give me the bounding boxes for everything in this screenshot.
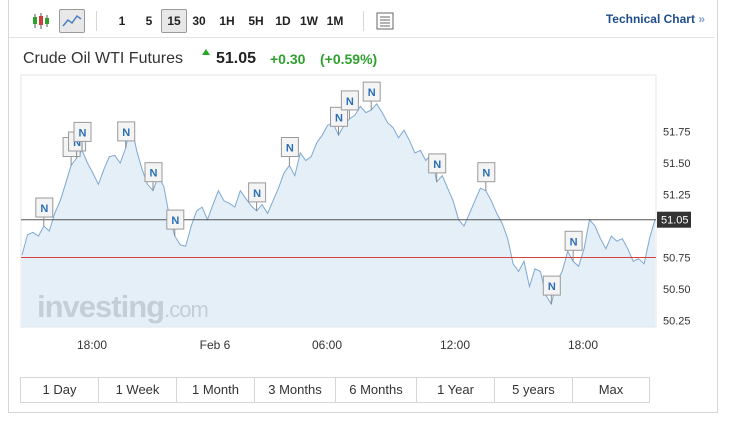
range-3-months-button[interactable]: 3 Months: [255, 378, 336, 402]
news-marker-label: N: [548, 281, 556, 293]
news-marker-label: N: [570, 236, 578, 248]
news-marker-label: N: [482, 168, 490, 180]
range-1-year-button[interactable]: 1 Year: [417, 378, 495, 402]
x-tick-label: 18:00: [568, 338, 598, 352]
y-tick-label: 51.75: [663, 127, 691, 139]
range-1-week-button[interactable]: 1 Week: [99, 378, 177, 402]
x-tick-label: 06:00: [312, 338, 342, 352]
price-chart[interactable]: investing.com51.7551.5051.2550.7550.5050…: [0, 0, 733, 423]
news-marker-label: N: [150, 168, 158, 180]
y-tick-label: 50.25: [663, 316, 691, 328]
range-5-years-button[interactable]: 5 years: [495, 378, 573, 402]
news-marker-label: N: [171, 215, 179, 227]
news-marker-label: N: [433, 159, 441, 171]
range-6-months-button[interactable]: 6 Months: [336, 378, 417, 402]
y-tick-label: 50.75: [663, 253, 691, 265]
range-1-month-button[interactable]: 1 Month: [177, 378, 255, 402]
news-marker-label: N: [253, 188, 261, 200]
range-1-day-button[interactable]: 1 Day: [21, 378, 99, 402]
news-marker-label: N: [368, 87, 376, 99]
range-max-button[interactable]: Max: [573, 378, 649, 402]
y-tick-label: 51.50: [663, 158, 691, 170]
news-marker-label: N: [122, 127, 130, 139]
news-marker-label: N: [335, 112, 343, 124]
current-price-label: 51.05: [661, 215, 689, 227]
x-tick-label: 18:00: [77, 338, 107, 352]
y-tick-label: 51.25: [663, 190, 691, 202]
news-marker-label: N: [346, 96, 354, 108]
x-tick-label: 12:00: [440, 338, 470, 352]
y-tick-label: 50.50: [663, 284, 691, 296]
news-marker-label: N: [286, 143, 294, 155]
news-marker-label: N: [79, 127, 87, 139]
news-marker-label: N: [40, 203, 48, 215]
range-selector: 1 Day 1 Week 1 Month 3 Months 6 Months 1 Year…: [20, 377, 650, 403]
x-tick-label: Feb 6: [200, 338, 231, 352]
